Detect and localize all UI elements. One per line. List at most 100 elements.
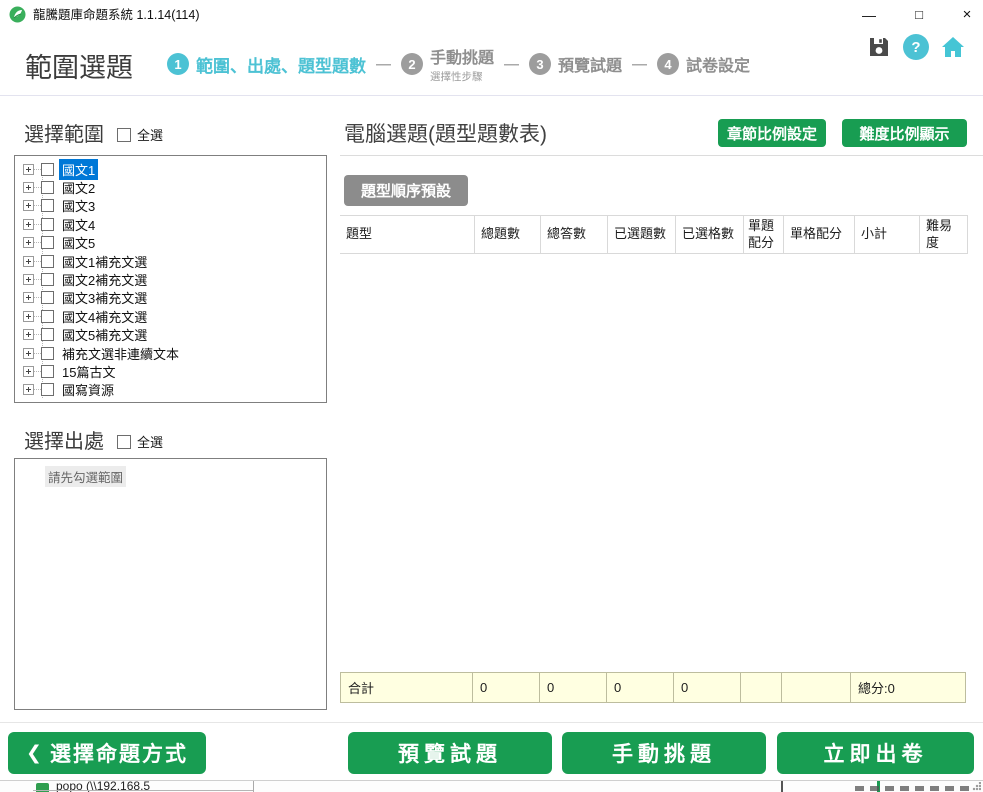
- question-table-header: 題型 總題數 總答數 已選題數 已選格數 單題配分 單格配分 小計 難易度: [340, 215, 968, 254]
- totals-label: 合計: [340, 672, 473, 703]
- background-window-separator: [253, 781, 254, 792]
- step-4-label: 試卷設定: [686, 52, 750, 76]
- column-header: 單題配分: [744, 216, 784, 253]
- column-header: 題型: [340, 216, 475, 253]
- home-icon[interactable]: [940, 34, 966, 60]
- step-3-label: 預覽試題: [558, 52, 622, 76]
- source-list[interactable]: 請先勾選範圍: [14, 458, 327, 710]
- source-section-title: 選擇出處: [24, 425, 104, 454]
- range-select-all[interactable]: 全選: [117, 125, 163, 144]
- generate-paper-button[interactable]: 立即出卷: [777, 732, 974, 774]
- tree-item[interactable]: 國寫資源: [15, 381, 326, 399]
- step-3-preview[interactable]: 3 預覽試題: [529, 52, 622, 76]
- range-section-title: 選擇範圍: [24, 118, 104, 147]
- tree-item[interactable]: 國文2補充文選: [15, 270, 326, 288]
- chevron-left-icon: ❮: [26, 742, 42, 765]
- expand-icon[interactable]: [23, 219, 34, 230]
- step-2-manual-pick[interactable]: 2 手動挑題 選擇性步驟: [401, 44, 494, 84]
- tree-item[interactable]: 國文3: [15, 197, 326, 215]
- tree-item[interactable]: 國文3補充文選: [15, 289, 326, 307]
- totals-row: 合計 0 0 0 0 總分:0: [340, 672, 966, 703]
- step-1-range[interactable]: 1 範圍、出處、題型題數: [167, 52, 366, 77]
- tree-dots: [34, 334, 41, 335]
- background-window-separator: [781, 781, 783, 792]
- step-1-label: 範圍、出處、題型題數: [196, 52, 366, 77]
- tree-dots: [34, 389, 41, 390]
- tree-dots: [34, 261, 41, 262]
- tree-item[interactable]: 國文2: [15, 178, 326, 196]
- expand-icon[interactable]: [23, 256, 34, 267]
- tree-dots: [34, 297, 41, 298]
- main-divider: [340, 155, 983, 156]
- tree-item[interactable]: 補充文選非連續文本: [15, 344, 326, 362]
- tree-dots: [34, 224, 41, 225]
- checkbox[interactable]: [41, 328, 54, 341]
- column-header: 已選題數: [608, 216, 676, 253]
- back-to-mode-button[interactable]: ❮ 選擇命題方式: [8, 732, 206, 774]
- footer-divider: [0, 722, 983, 723]
- column-header: 小計: [855, 216, 920, 253]
- app-title: 龍騰題庫命題系統 1.1.14(114): [33, 0, 199, 30]
- checkbox[interactable]: [41, 273, 54, 286]
- checkbox[interactable]: [41, 383, 54, 396]
- source-select-all[interactable]: 全選: [117, 432, 163, 451]
- column-header: 總答數: [541, 216, 608, 253]
- expand-icon[interactable]: [23, 237, 34, 248]
- range-select-all-checkbox[interactable]: [117, 128, 131, 142]
- expand-icon[interactable]: [23, 274, 34, 285]
- help-icon[interactable]: ?: [903, 34, 929, 60]
- difficulty-ratio-button[interactable]: 難度比例顯示: [842, 119, 967, 147]
- checkbox[interactable]: [41, 310, 54, 323]
- checkbox[interactable]: [41, 218, 54, 231]
- checkbox[interactable]: [41, 291, 54, 304]
- step-separator: —: [630, 56, 649, 73]
- minimize-button[interactable]: —: [852, 0, 886, 30]
- expand-icon[interactable]: [23, 311, 34, 322]
- header-divider: [0, 95, 983, 96]
- tree-item[interactable]: 國文5補充文選: [15, 326, 326, 344]
- column-header: 難易度: [920, 216, 968, 253]
- checkbox[interactable]: [41, 255, 54, 268]
- checkbox[interactable]: [41, 163, 54, 176]
- tree-item[interactable]: 國文4補充文選: [15, 307, 326, 325]
- checkbox[interactable]: [41, 347, 54, 360]
- tree-dots: [34, 279, 41, 280]
- tree-dots: [34, 205, 41, 206]
- tree-item[interactable]: 國文1補充文選: [15, 252, 326, 270]
- checkbox[interactable]: [41, 365, 54, 378]
- totals-per-cell-score: [782, 672, 851, 703]
- tree-item[interactable]: 國文4: [15, 215, 326, 233]
- expand-icon[interactable]: [23, 348, 34, 359]
- tree-item[interactable]: 國文5: [15, 234, 326, 252]
- close-button[interactable]: ×: [950, 0, 983, 30]
- range-tree[interactable]: 國文1 國文2 國文3 國文4 國文5 國文1補充文選: [14, 155, 327, 403]
- expand-icon[interactable]: [23, 329, 34, 340]
- maximize-button[interactable]: □: [902, 0, 936, 30]
- totals-selected-cells: 0: [674, 672, 741, 703]
- tree-item-label[interactable]: 國寫資源: [59, 379, 117, 400]
- chapter-ratio-button[interactable]: 章節比例設定: [718, 119, 826, 147]
- wizard-stepper: 1 範圍、出處、題型題數 — 2 手動挑題 選擇性步驟 — 3 預覽試題 — 4…: [167, 40, 750, 88]
- tree-item[interactable]: 國文1: [15, 160, 326, 178]
- expand-icon[interactable]: [23, 366, 34, 377]
- checkbox[interactable]: [41, 236, 54, 249]
- source-select-all-checkbox[interactable]: [117, 435, 131, 449]
- manual-pick-button[interactable]: 手動挑題: [562, 732, 766, 774]
- app-logo-icon: [9, 6, 26, 23]
- step-4-paper-settings[interactable]: 4 試卷設定: [657, 52, 750, 76]
- type-order-preset-button[interactable]: 題型順序預設: [344, 175, 468, 206]
- save-icon[interactable]: [866, 34, 892, 60]
- tree-dots: [34, 353, 41, 354]
- checkbox[interactable]: [41, 181, 54, 194]
- checkbox[interactable]: [41, 199, 54, 212]
- expand-icon[interactable]: [23, 164, 34, 175]
- preview-questions-button[interactable]: 預覽試題: [348, 732, 552, 774]
- step-separator: —: [374, 56, 393, 73]
- expand-icon[interactable]: [23, 182, 34, 193]
- tree-item[interactable]: 15篇古文: [15, 362, 326, 380]
- step-1-number: 1: [167, 53, 189, 75]
- expand-icon[interactable]: [23, 200, 34, 211]
- expand-icon[interactable]: [23, 384, 34, 395]
- expand-icon[interactable]: [23, 292, 34, 303]
- step-4-number: 4: [657, 53, 679, 75]
